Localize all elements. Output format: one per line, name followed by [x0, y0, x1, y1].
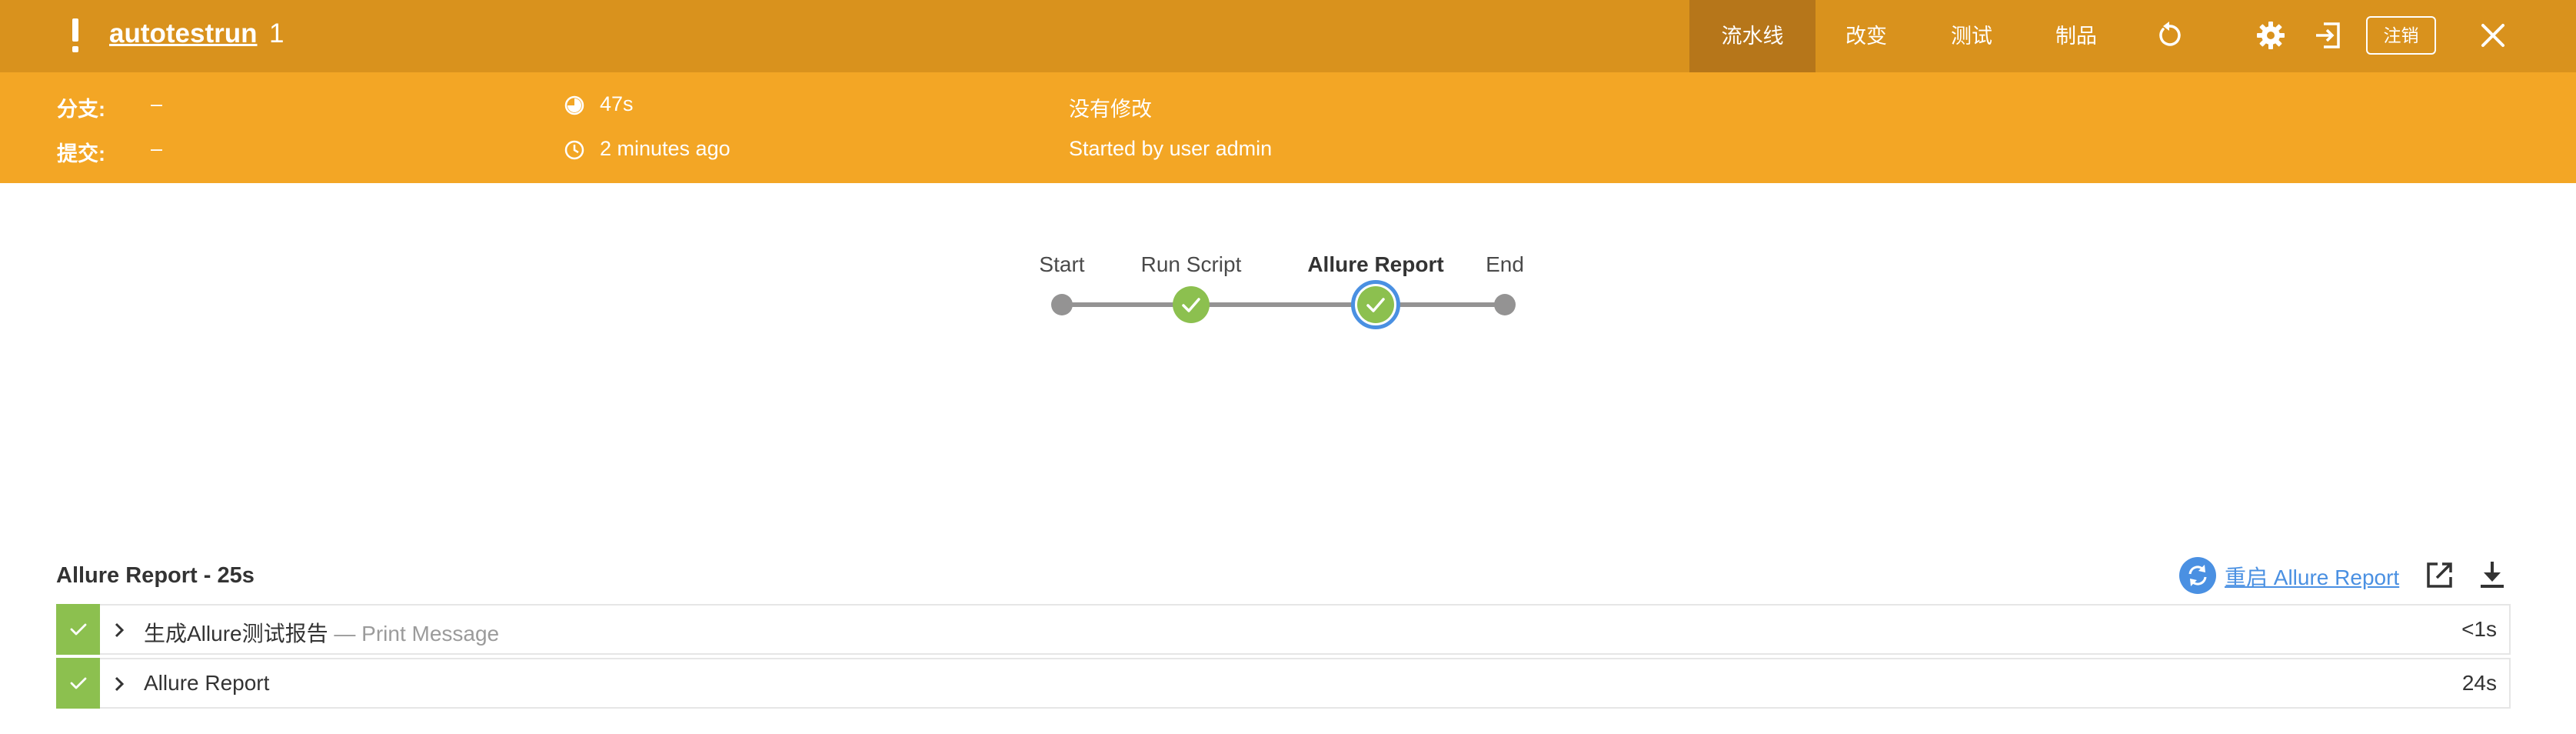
restart-stage-link[interactable]: 重启 Allure Report: [2225, 561, 2399, 592]
step-subtitle: — Print Message: [334, 622, 500, 646]
changes-status: 没有修改: [1069, 98, 1152, 121]
run-number: 1: [269, 18, 285, 48]
step-name: Allure Report: [144, 671, 270, 695]
check-icon: [70, 623, 87, 636]
tab-tests[interactable]: 测试: [1951, 0, 1992, 72]
warning-icon: [68, 18, 83, 52]
gear-icon[interactable]: [2255, 20, 2286, 51]
step-row[interactable]: Allure Report 24s: [56, 658, 2511, 709]
started-time: 2 minutes ago: [600, 137, 731, 160]
start-node: [1051, 294, 1073, 315]
duration-icon: [564, 95, 584, 115]
stage-node-allure-report[interactable]: [1351, 280, 1400, 329]
step-duration: 24s: [2461, 671, 2497, 695]
check-icon: [1182, 298, 1200, 312]
step-row[interactable]: 生成Allure测试报告 — Print Message <1s: [56, 604, 2511, 655]
replay-icon[interactable]: [2154, 20, 2185, 51]
download-icon[interactable]: [2476, 559, 2508, 591]
clock-icon: [564, 140, 584, 160]
success-status: [56, 658, 100, 709]
stage-label-end: End: [1486, 252, 1524, 276]
header-bar: autotestrun 1 流水线 改变 测试 制品 注销: [0, 0, 2576, 72]
open-external-icon[interactable]: [2424, 559, 2456, 591]
check-icon: [70, 677, 87, 689]
stage-node-run-script[interactable]: [1173, 286, 1210, 323]
logout-button[interactable]: 注销: [2366, 16, 2436, 55]
stage-detail-title: Allure Report - 25s: [56, 563, 255, 588]
close-icon[interactable]: [2478, 20, 2508, 51]
step-duration: <1s: [2461, 617, 2497, 641]
run-cause: Started by user admin: [1069, 137, 1273, 160]
check-icon: [1366, 298, 1385, 312]
exit-icon[interactable]: [2313, 20, 2344, 51]
pipeline-connector: [1062, 302, 1505, 307]
stage-label-run-script[interactable]: Run Script: [1141, 252, 1242, 277]
run-info-bar: 分支: – 提交: – 47s 2 minutes ago 没有修改 Start…: [0, 72, 2576, 183]
branch-label: 分支:: [57, 98, 105, 121]
tab-pipeline[interactable]: 流水线: [1689, 0, 1816, 72]
commit-value: –: [151, 137, 163, 160]
duration-value: 47s: [600, 92, 634, 115]
commit-label: 提交:: [57, 142, 105, 165]
tab-artifacts[interactable]: 制品: [2055, 0, 2097, 72]
step-name: 生成Allure测试报告 — Print Message: [144, 622, 500, 646]
job-name-link[interactable]: autotestrun: [109, 18, 258, 49]
branch-value: –: [151, 92, 163, 115]
stage-label-start: Start: [1039, 252, 1085, 276]
chevron-right-icon[interactable]: [113, 621, 125, 639]
chevron-right-icon[interactable]: [113, 675, 125, 693]
success-status: [56, 604, 100, 655]
end-node: [1494, 294, 1516, 315]
tab-changes[interactable]: 改变: [1845, 0, 1887, 72]
restart-stage-icon[interactable]: [2179, 557, 2216, 594]
stage-label-allure-report[interactable]: Allure Report: [1307, 252, 1443, 277]
